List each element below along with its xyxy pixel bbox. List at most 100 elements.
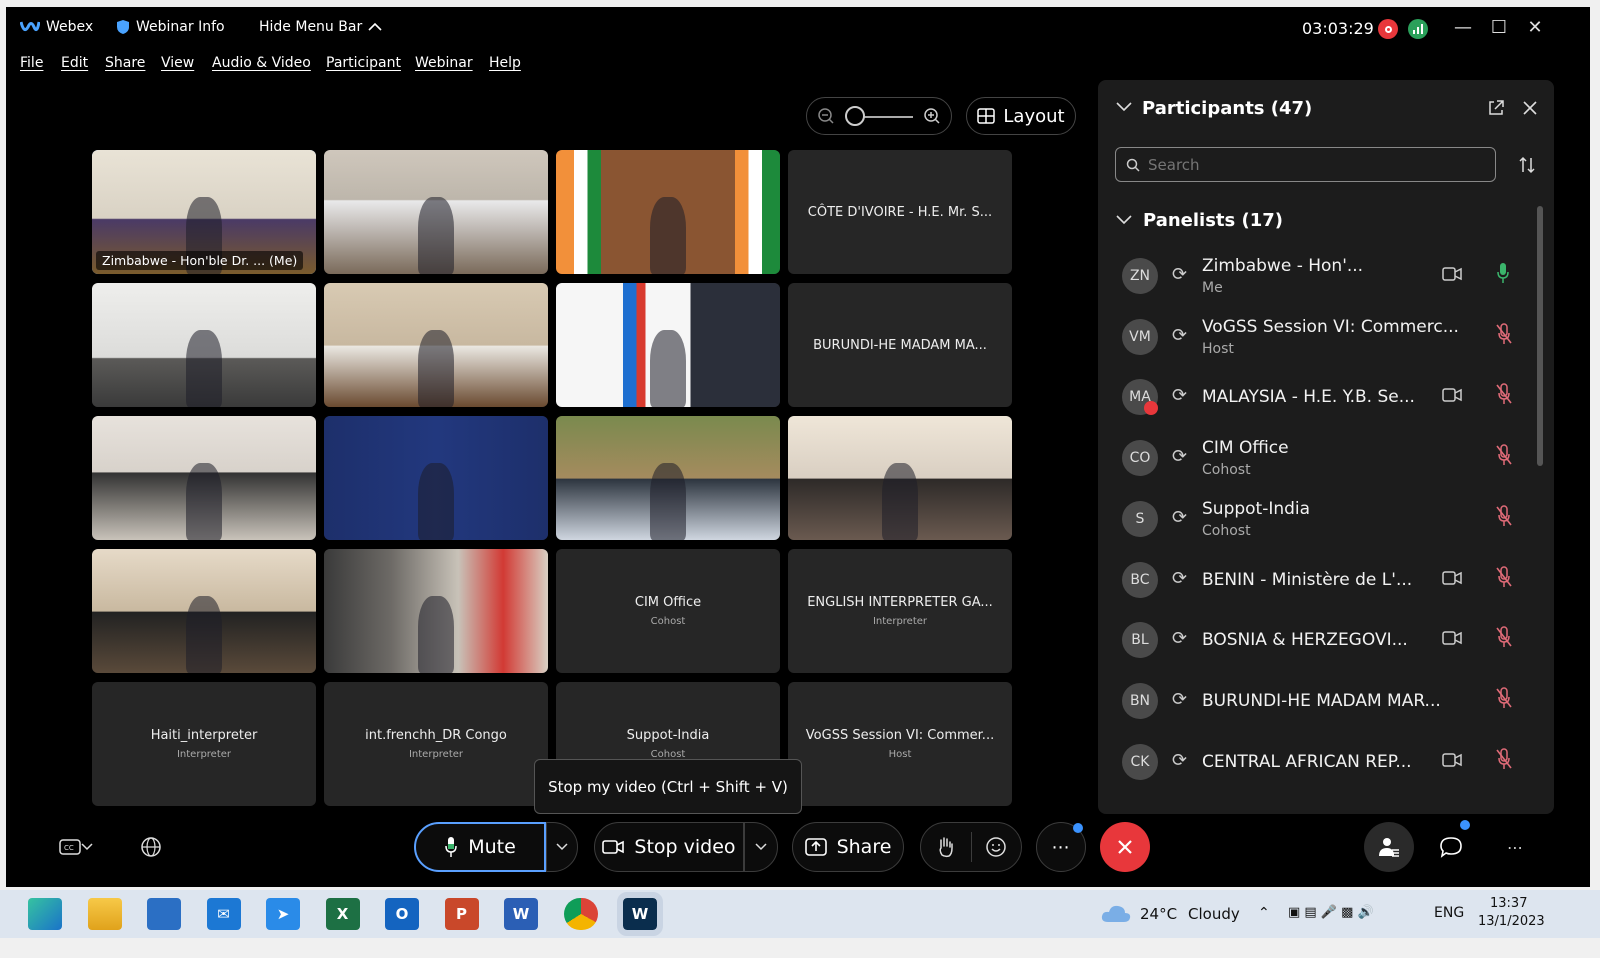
participant-row[interactable]: BL ⟳ BOSNIA & HERZEGOVI... — [1122, 612, 1522, 668]
video-tile[interactable] — [556, 150, 780, 274]
zoom-in-icon[interactable] — [923, 107, 941, 125]
video-tile[interactable] — [324, 416, 548, 540]
weather-desc[interactable]: Cloudy — [1188, 905, 1240, 923]
clock-date[interactable]: 13/1/2023 — [1478, 914, 1545, 929]
word-icon[interactable]: W — [504, 898, 538, 930]
sync-status-icon: ⟳ — [1172, 506, 1188, 528]
video-tile[interactable] — [556, 283, 780, 407]
video-tile[interactable]: int.frenchh_DR Congo Interpreter — [324, 682, 548, 806]
language-indicator[interactable]: ENG — [1434, 905, 1464, 921]
outlook-icon[interactable]: O — [385, 898, 419, 930]
participant-row[interactable]: MA ⟳ MALAYSIA - H.E. Y.B. Se... — [1122, 369, 1522, 425]
webinar-info-button[interactable]: Webinar Info — [116, 19, 225, 35]
participant-row[interactable]: BC ⟳ BENIN - Ministère de L'... — [1122, 552, 1522, 608]
microphone-muted-icon[interactable] — [1496, 383, 1512, 409]
participant-row[interactable]: CO ⟳ CIM Office Cohost — [1122, 430, 1522, 486]
video-tile[interactable] — [92, 283, 316, 407]
menu-audio-video[interactable]: Audio & Video — [212, 55, 311, 71]
recording-icon[interactable] — [1378, 19, 1398, 39]
language-button[interactable] — [126, 822, 176, 872]
close-window-button[interactable]: ✕ — [1520, 17, 1550, 38]
menu-share[interactable]: Share — [105, 55, 145, 71]
video-tile[interactable]: VoGSS Session VI: Commer... Host — [788, 682, 1012, 806]
self-video-tile[interactable]: Zimbabwe - Hon'ble Dr. ... (Me) — [92, 150, 316, 274]
webex-icon[interactable]: W — [617, 892, 663, 936]
excel-icon[interactable]: X — [325, 898, 360, 930]
end-call-button[interactable] — [1100, 822, 1150, 872]
menu-participant[interactable]: Participant — [326, 55, 401, 71]
panelists-header: Panelists (17) — [1143, 210, 1284, 231]
store-icon[interactable] — [147, 898, 181, 930]
video-tile[interactable]: CÔTE D'IVOIRE - H.E. Mr. S... — [788, 150, 1012, 274]
edge-icon[interactable] — [28, 898, 62, 930]
video-tile[interactable]: CIM Office Cohost — [556, 549, 780, 673]
microphone-icon[interactable] — [1496, 262, 1510, 288]
menu-view[interactable]: View — [161, 55, 194, 71]
tray-icons[interactable]: ▣ ▤ 🎤 ▩ 🔊 — [1288, 905, 1374, 920]
microphone-muted-icon[interactable] — [1496, 747, 1512, 774]
maximize-button[interactable]: ☐ — [1484, 17, 1514, 38]
chrome-icon[interactable] — [563, 898, 598, 930]
microphone-muted-icon[interactable] — [1496, 505, 1512, 531]
share-button[interactable]: Share — [792, 822, 904, 872]
weather-temp[interactable]: 24°C — [1140, 905, 1177, 923]
chat-button[interactable] — [1426, 820, 1476, 872]
layout-button[interactable]: Layout — [966, 97, 1076, 135]
video-tile[interactable] — [92, 549, 316, 673]
participant-row[interactable]: VM ⟳ VoGSS Session VI: Commerc... Host — [1122, 309, 1522, 365]
microphone-muted-icon[interactable] — [1496, 687, 1512, 713]
powerpoint-icon[interactable]: P — [444, 898, 479, 930]
mute-button[interactable]: Mute — [414, 822, 546, 872]
menu-help[interactable]: Help — [489, 55, 521, 71]
microphone-muted-icon[interactable] — [1496, 626, 1512, 652]
search-input[interactable] — [1148, 155, 1478, 174]
sort-icon[interactable] — [1518, 156, 1536, 174]
menu-file[interactable]: File — [20, 55, 43, 71]
video-tile[interactable]: BURUNDI-HE MADAM MA... — [788, 283, 1012, 407]
video-options-button[interactable] — [744, 822, 778, 872]
chevron-down-icon[interactable] — [1116, 102, 1132, 112]
audio-options-button[interactable] — [546, 822, 578, 872]
participant-row[interactable]: ZN ⟳ Zimbabwe - Hon'... Me — [1122, 248, 1522, 304]
video-tile[interactable]: Haiti_interpreter Interpreter — [92, 682, 316, 806]
pop-out-icon[interactable] — [1488, 100, 1504, 116]
minimize-button[interactable]: — — [1448, 17, 1478, 38]
video-tile[interactable] — [324, 549, 548, 673]
zoom-out-icon[interactable] — [817, 107, 835, 125]
microphone-muted-icon[interactable] — [1496, 322, 1512, 349]
participants-panel-button[interactable] — [1364, 822, 1414, 872]
chevron-up-icon[interactable]: ⌃ — [1258, 905, 1270, 921]
chevron-down-icon[interactable] — [1116, 215, 1132, 225]
video-tile[interactable] — [324, 283, 548, 407]
reactions-button[interactable] — [971, 836, 1021, 858]
video-tile[interactable] — [788, 416, 1012, 540]
menu-edit[interactable]: Edit — [61, 55, 88, 71]
participant-search-box[interactable] — [1115, 147, 1496, 182]
microphone-muted-icon[interactable] — [1496, 565, 1512, 592]
participant-row[interactable]: BN ⟳ BURUNDI-HE MADAM MAR... — [1122, 673, 1522, 729]
stop-video-button[interactable]: Stop video — [594, 822, 744, 872]
safari-icon[interactable]: ➤ — [266, 898, 300, 930]
webex-app-menu[interactable]: Webex — [20, 19, 93, 35]
captions-button[interactable]: CC — [46, 822, 106, 872]
file-explorer-icon[interactable] — [87, 898, 122, 930]
raise-hand-button[interactable] — [921, 836, 971, 858]
more-options-button[interactable]: ⋯ — [1036, 822, 1086, 872]
zoom-slider-handle[interactable] — [845, 106, 865, 126]
participant-list-scrollbar[interactable] — [1535, 198, 1545, 798]
menu-webinar[interactable]: Webinar — [415, 55, 473, 71]
mail-icon[interactable]: ✉ — [206, 898, 241, 930]
close-panel-icon[interactable] — [1523, 101, 1537, 115]
video-tile[interactable] — [556, 416, 780, 540]
participant-row[interactable]: S ⟳ Suppot-India Cohost — [1122, 491, 1522, 547]
microphone-muted-icon[interactable] — [1496, 444, 1512, 470]
raise-hand-icon — [939, 837, 953, 858]
hide-menu-bar-button[interactable]: Hide Menu Bar — [259, 19, 382, 35]
video-tile[interactable] — [92, 416, 316, 540]
connection-quality-icon[interactable] — [1408, 19, 1428, 39]
video-tile[interactable] — [324, 150, 548, 274]
clock-time[interactable]: 13:37 — [1490, 896, 1527, 911]
panel-more-button[interactable]: ⋯ — [1490, 822, 1540, 872]
video-tile[interactable]: ENGLISH INTERPRETER GA... Interpreter — [788, 549, 1012, 673]
participant-row[interactable]: CK ⟳ CENTRAL AFRICAN REP... — [1122, 734, 1522, 790]
